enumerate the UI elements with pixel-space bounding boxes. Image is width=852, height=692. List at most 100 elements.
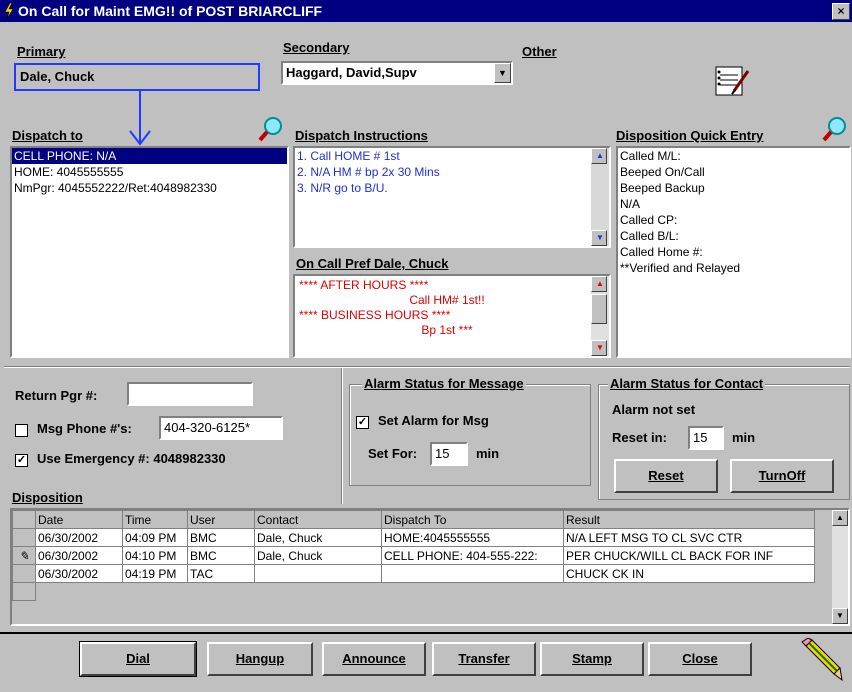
column-header-result[interactable]: Result <box>563 510 815 529</box>
table-cell[interactable]: Dale, Chuck <box>254 546 382 565</box>
dispatch-instructions-box[interactable]: 1. Call HOME # 1st 2. N/A HM # bp 2x 30 … <box>293 146 611 248</box>
announce-button[interactable]: Announce <box>322 642 426 676</box>
divider <box>4 366 850 368</box>
use-emergency-checkbox[interactable]: ✓ <box>15 454 28 467</box>
table-cell[interactable]: Dale, Chuck <box>254 528 382 547</box>
column-header-date[interactable]: Date <box>35 510 123 529</box>
vertical-scrollbar[interactable]: ▲ ▼ <box>591 148 609 246</box>
set-for-label: Set For: <box>368 446 418 461</box>
pref-line: **** BUSINESS HOURS **** <box>299 308 451 322</box>
scroll-up-icon[interactable]: ▲ <box>591 276 607 292</box>
notepad-icon[interactable] <box>712 63 752 99</box>
table-cell[interactable]: N/A LEFT MSG TO CL SVC CTR <box>563 528 815 547</box>
set-alarm-checkbox[interactable]: ✓ <box>356 416 369 429</box>
table-cell[interactable]: 04:09 PM <box>122 528 188 547</box>
reset-button[interactable]: Reset <box>614 459 718 493</box>
hangup-button[interactable]: Hangup <box>207 642 313 676</box>
table-cell[interactable]: HOME:4045555555 <box>381 528 564 547</box>
row-indicator[interactable]: ✎ <box>12 546 36 565</box>
dispatch-to-list[interactable]: CELL PHONE: N/A HOME: 4045555555 NmPgr: … <box>10 146 289 358</box>
primary-contact-field[interactable]: Dale, Chuck <box>14 63 260 91</box>
list-item[interactable]: N/A <box>618 196 849 212</box>
column-header-user[interactable]: User <box>187 510 255 529</box>
row-indicator[interactable] <box>12 528 36 547</box>
close-button[interactable]: Close <box>648 642 752 676</box>
return-pgr-label: Return Pgr #: <box>15 388 98 403</box>
list-item[interactable]: Called B/L: <box>618 228 849 244</box>
table-row[interactable] <box>12 582 815 601</box>
scroll-down-icon[interactable]: ▼ <box>832 608 848 624</box>
row-indicator <box>12 510 36 529</box>
scroll-up-icon[interactable]: ▲ <box>591 148 607 164</box>
vertical-scrollbar[interactable]: ▲ ▼ <box>591 276 609 356</box>
scroll-down-icon[interactable]: ▼ <box>591 340 607 356</box>
table-cell[interactable]: 06/30/2002 <box>35 528 123 547</box>
table-cell[interactable]: BMC <box>187 528 255 547</box>
pref-line: **** AFTER HOURS **** <box>299 278 429 292</box>
dial-button[interactable]: Dial <box>79 641 197 677</box>
table-cell[interactable]: 04:19 PM <box>122 564 188 583</box>
scroll-thumb[interactable] <box>591 294 607 324</box>
magnifier-icon[interactable] <box>258 116 284 142</box>
row-indicator[interactable] <box>12 582 36 601</box>
row-indicator[interactable] <box>12 564 36 583</box>
table-cell[interactable]: BMC <box>187 546 255 565</box>
list-item[interactable]: Called Home #: <box>618 244 849 260</box>
on-call-pref-label: On Call Pref Dale, Chuck <box>296 256 449 271</box>
set-for-input[interactable]: 15 <box>430 442 468 466</box>
lightning-icon <box>4 3 14 19</box>
msg-phone-checkbox[interactable] <box>15 424 28 437</box>
column-header-contact[interactable]: Contact <box>254 510 382 529</box>
return-pgr-input[interactable] <box>127 382 253 406</box>
scroll-down-icon[interactable]: ▼ <box>591 230 607 246</box>
msg-phone-input[interactable]: 404-320-6125* <box>159 416 283 440</box>
vertical-scrollbar[interactable]: ▲ ▼ <box>832 510 848 624</box>
disposition-grid[interactable]: Date Time User Contact Dispatch To Resul… <box>10 508 850 626</box>
list-item[interactable]: CELL PHONE: N/A <box>12 148 287 164</box>
secondary-select[interactable]: Haggard, David,Supv ▼ <box>281 61 513 85</box>
magnifier-icon[interactable] <box>822 116 848 142</box>
table-cell[interactable] <box>254 564 382 583</box>
stamp-button[interactable]: Stamp <box>540 642 644 676</box>
instruction-line: 1. Call HOME # 1st <box>297 149 400 163</box>
table-cell[interactable]: 04:10 PM <box>122 546 188 565</box>
list-item[interactable]: Beeped On/Call <box>618 164 849 180</box>
turnoff-button[interactable]: TurnOff <box>730 459 834 493</box>
on-call-window: On Call for Maint EMG!! of POST BRIARCLI… <box>0 0 852 692</box>
reset-in-unit: min <box>732 430 756 445</box>
list-item[interactable]: NmPgr: 4045552222/Ret:4048982330 <box>12 180 287 196</box>
close-window-button[interactable]: × <box>832 3 850 20</box>
table-cell[interactable]: 06/30/2002 <box>35 564 123 583</box>
empty-row <box>35 582 815 601</box>
column-header-dispatch-to[interactable]: Dispatch To <box>381 510 564 529</box>
list-item[interactable]: Beeped Backup <box>618 180 849 196</box>
table-cell[interactable]: CHUCK CK IN <box>563 564 815 583</box>
list-item[interactable]: HOME: 4045555555 <box>12 164 287 180</box>
table-cell[interactable] <box>381 564 564 583</box>
table-row[interactable]: 06/30/2002 04:09 PM BMC Dale, Chuck HOME… <box>12 528 815 547</box>
chevron-down-icon[interactable]: ▼ <box>494 63 511 83</box>
table-row[interactable]: ✎ 06/30/2002 04:10 PM BMC Dale, Chuck CE… <box>12 546 815 565</box>
pref-line: Call HM# 1st!! <box>409 293 485 307</box>
pencil-icon[interactable] <box>800 638 844 682</box>
table-row[interactable]: 06/30/2002 04:19 PM TAC CHUCK CK IN <box>12 564 815 583</box>
list-item[interactable]: Called CP: <box>618 212 849 228</box>
on-call-pref-box[interactable]: **** AFTER HOURS **** Call HM# 1st!! ***… <box>293 274 611 358</box>
set-alarm-label: Set Alarm for Msg <box>378 413 489 428</box>
column-header-time[interactable]: Time <box>122 510 188 529</box>
quick-entry-list[interactable]: Called M/L: Beeped On/Call Beeped Backup… <box>616 146 851 358</box>
alarm-contact-title: Alarm Status for Contact <box>608 376 766 391</box>
alarm-msg-title: Alarm Status for Message <box>362 376 526 391</box>
table-cell[interactable]: 06/30/2002 <box>35 546 123 565</box>
transfer-button[interactable]: Transfer <box>432 642 536 676</box>
list-item[interactable]: **Verified and Relayed <box>618 260 849 276</box>
scroll-up-icon[interactable]: ▲ <box>832 510 848 526</box>
table-cell[interactable]: TAC <box>187 564 255 583</box>
list-item[interactable]: Called M/L: <box>618 148 849 164</box>
table-cell[interactable]: PER CHUCK/WILL CL BACK FOR INF <box>563 546 815 565</box>
alarm-contact-status: Alarm not set <box>612 402 696 417</box>
other-label: Other <box>522 44 557 59</box>
table-cell[interactable]: CELL PHONE: 404-555-222: <box>381 546 564 565</box>
divider <box>341 368 343 504</box>
reset-in-input[interactable]: 15 <box>688 426 724 450</box>
